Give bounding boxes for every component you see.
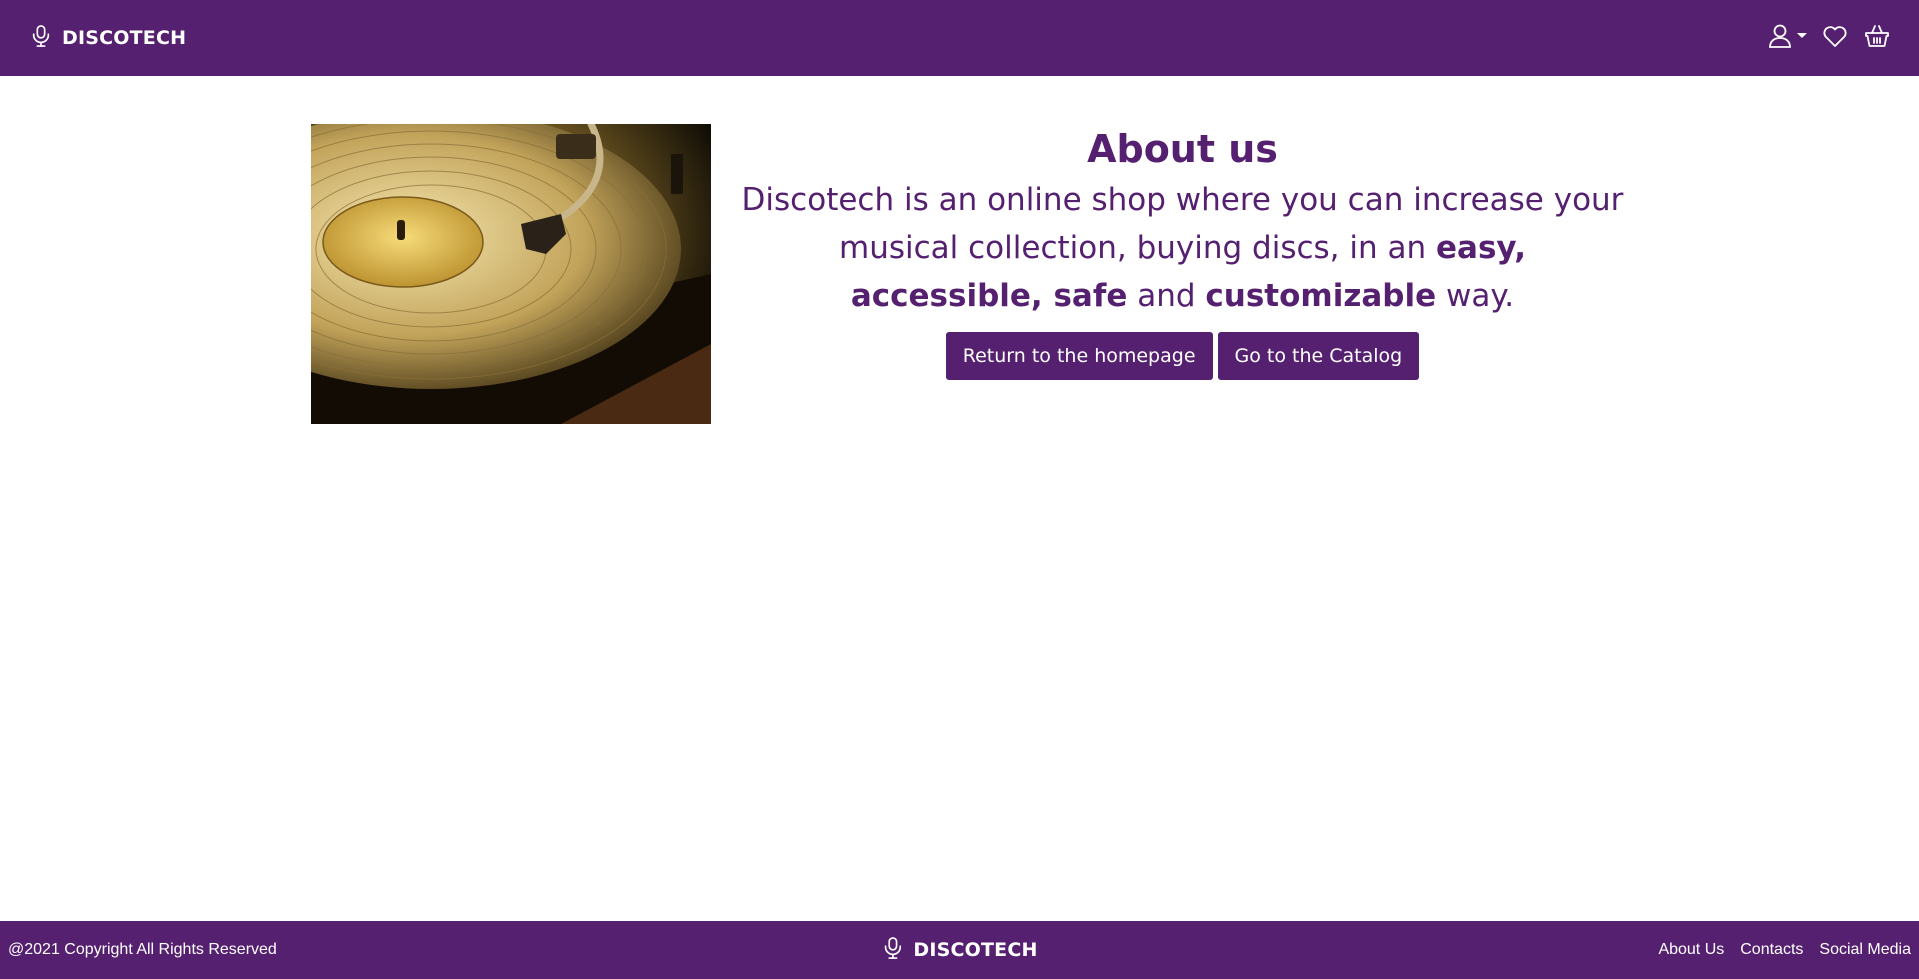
wishlist-button[interactable] — [1821, 22, 1849, 55]
microphone-icon — [30, 24, 52, 53]
page-title: About us — [1087, 127, 1278, 171]
about-description: Discotech is an online shop where you ca… — [740, 176, 1625, 320]
desc-part2: and — [1127, 278, 1206, 314]
nav-icons — [1766, 22, 1891, 55]
heart-icon — [1821, 22, 1849, 55]
brand-name: DISCOTECH — [62, 27, 187, 49]
user-icon — [1766, 22, 1794, 55]
user-menu-dropdown[interactable] — [1766, 22, 1807, 55]
microphone-icon — [881, 936, 903, 965]
navbar: DISCOTECH — [0, 0, 1919, 76]
footer-link-social-media[interactable]: Social Media — [1819, 941, 1911, 959]
footer-link-about-us[interactable]: About Us — [1658, 941, 1724, 959]
footer-brand-name: DISCOTECH — [913, 939, 1038, 961]
desc-bold2: customizable — [1205, 278, 1437, 314]
footer-brand-link[interactable]: DISCOTECH — [881, 936, 1037, 965]
footer-links: About Us Contacts Social Media — [1658, 941, 1911, 959]
footer-link-contacts[interactable]: Contacts — [1740, 941, 1803, 959]
desc-part3: way. — [1436, 278, 1515, 314]
footer: @2021 Copyright All Rights Reserved DISC… — [0, 921, 1919, 979]
go-to-catalog-button[interactable]: Go to the Catalog — [1217, 332, 1420, 380]
copyright-text: @2021 Copyright All Rights Reserved — [8, 941, 277, 958]
return-homepage-button[interactable]: Return to the homepage — [945, 332, 1213, 380]
basket-icon — [1863, 22, 1891, 55]
chevron-down-icon — [1797, 32, 1807, 38]
button-row: Return to the homepage Go to the Catalog — [740, 332, 1625, 380]
brand-link[interactable]: DISCOTECH — [30, 24, 186, 53]
about-section: About us Discotech is an online shop whe… — [740, 122, 1625, 380]
turntable-image — [311, 124, 711, 424]
cart-button[interactable] — [1863, 22, 1891, 55]
